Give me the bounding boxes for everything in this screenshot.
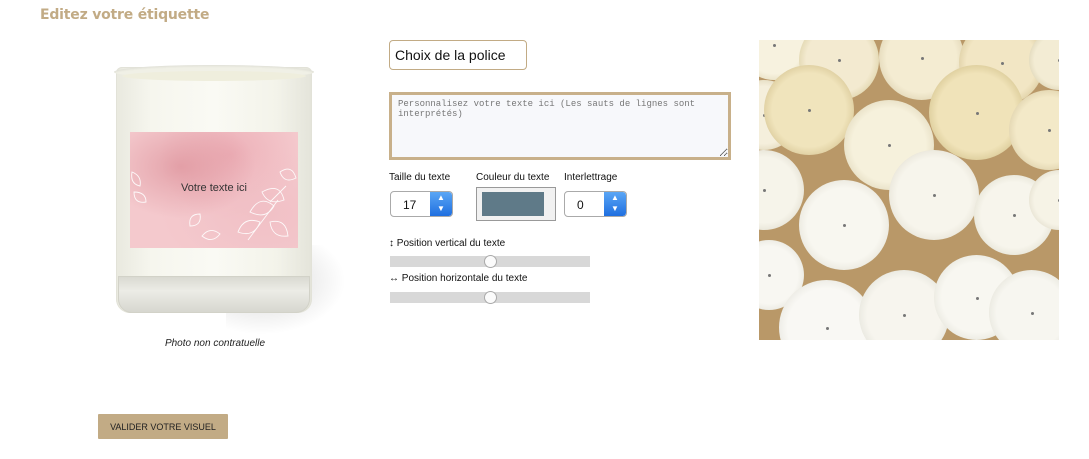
up-down-arrow-icon: ↕: [389, 238, 394, 249]
tealight-candle: [799, 180, 889, 270]
stepper-arrows-icon[interactable]: ▲ ▼: [604, 192, 626, 216]
stepper-arrows-icon[interactable]: ▲ ▼: [430, 192, 452, 216]
candle-label: Votre texte ici: [130, 132, 298, 248]
horizontal-position-slider[interactable]: [390, 291, 590, 304]
letter-spacing-label: Interlettrage: [564, 172, 618, 183]
font-select[interactable]: Choix de la police: [389, 40, 527, 70]
text-size-label: Taille du texte: [389, 172, 451, 183]
tealight-candle: [929, 65, 1024, 160]
photo-disclaimer: Photo non contratuelle: [164, 338, 266, 349]
letter-spacing-value: 0: [577, 198, 584, 212]
candle-glass-base: [118, 276, 310, 313]
left-right-arrow-icon: ↔: [389, 273, 399, 284]
vertical-position-label: ↕ Position vertical du texte: [389, 238, 506, 249]
tealight-candle: [889, 150, 979, 240]
vertical-position-slider[interactable]: [390, 255, 590, 268]
slider-thumb[interactable]: [484, 255, 497, 268]
candle-wax-top: [122, 71, 306, 81]
custom-text-input[interactable]: [389, 92, 731, 160]
label-text: Votre texte ici: [180, 182, 248, 194]
text-color-label: Couleur du texte: [476, 172, 550, 183]
tealight-candle: [764, 65, 854, 155]
page-title: Editez votre étiquette: [40, 7, 210, 23]
horizontal-position-label: ↔ Position horizontale du texte: [389, 273, 528, 284]
text-size-stepper[interactable]: 17 ▲ ▼: [390, 191, 453, 217]
letter-spacing-stepper[interactable]: 0 ▲ ▼: [564, 191, 627, 217]
slider-thumb[interactable]: [484, 291, 497, 304]
text-size-value: 17: [403, 198, 417, 212]
text-color-picker[interactable]: [476, 187, 556, 221]
tealight-candles-photo: [759, 40, 1059, 340]
tealight-candle: [759, 150, 804, 230]
validate-visual-button[interactable]: VALIDER VOTRE VISUEL: [98, 414, 228, 439]
text-color-swatch: [482, 192, 544, 216]
candle-preview: Votre texte ici: [96, 40, 356, 340]
